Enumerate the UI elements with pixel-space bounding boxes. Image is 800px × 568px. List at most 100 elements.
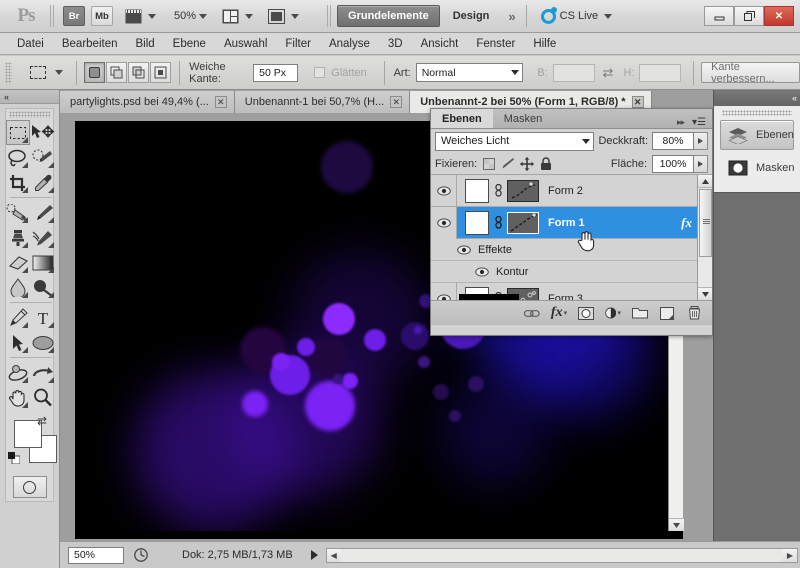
menu-hilfe[interactable]: Hilfe	[524, 36, 565, 52]
subtract-from-selection-button[interactable]	[128, 62, 150, 83]
layer-visibility-toggle[interactable]	[431, 206, 457, 239]
tool-clone-stamp[interactable]	[6, 225, 30, 250]
layer-visibility-toggle[interactable]	[431, 282, 457, 300]
layers-list[interactable]: Form 2 Form 1 fx Effekte Kontur Form 3	[431, 175, 712, 300]
layer-effect-row-kontur[interactable]: Kontur	[431, 261, 712, 283]
style-select[interactable]: Normal	[415, 63, 524, 82]
screen-mode-icon[interactable]	[265, 6, 287, 26]
tab-masken[interactable]: Masken	[493, 109, 554, 128]
tool-3d-rotate[interactable]	[6, 360, 30, 385]
new-group-icon[interactable]	[632, 305, 648, 321]
fill-slider-arrow[interactable]	[694, 154, 708, 173]
document-tab-close-icon[interactable]: ✕	[390, 96, 403, 108]
blend-mode-select[interactable]: Weiches Licht	[435, 131, 595, 151]
layers-list-scrollbar[interactable]	[697, 175, 712, 300]
workspace-grundelemente-button[interactable]: Grundelemente	[337, 5, 440, 27]
tool-3d-orbit-camera[interactable]	[30, 360, 56, 385]
view-extras-chevron-down-icon[interactable]	[148, 13, 156, 19]
tool-gradient[interactable]	[30, 250, 56, 275]
document-tab-unbenannt-1[interactable]: Unbenannt-1 bei 50,7% (H... ✕	[234, 91, 411, 113]
tools-drag-grip[interactable]	[9, 111, 50, 118]
document-horizontal-scrollbar[interactable]: ◀ ▶	[325, 547, 798, 563]
workspace-more-chevrons-icon[interactable]: »	[502, 9, 519, 24]
menu-filter[interactable]: Filter	[276, 36, 320, 52]
new-selection-button[interactable]	[84, 62, 106, 83]
tool-spot-healing-brush[interactable]	[6, 200, 30, 225]
layer-thumbnail[interactable]	[465, 210, 489, 235]
layer-row-form-2[interactable]: Form 2	[431, 175, 712, 207]
hscroll-right-arrow-icon[interactable]: ▶	[783, 548, 797, 562]
tool-path-selection[interactable]	[6, 330, 30, 355]
titlebar-zoom-value[interactable]: 50%	[174, 10, 196, 22]
lock-all-icon[interactable]	[539, 156, 553, 171]
layers-scroll-thumb[interactable]	[699, 189, 712, 257]
menu-bearbeiten[interactable]: Bearbeiten	[53, 36, 127, 52]
layer-row-form-1[interactable]: Form 1 fx	[431, 206, 712, 239]
arrange-documents-icon[interactable]	[219, 6, 241, 26]
refine-edge-button[interactable]: Kante verbessern...	[701, 61, 800, 85]
tool-rectangular-marquee[interactable]	[6, 120, 30, 145]
menu-datei[interactable]: Datei	[8, 36, 53, 52]
layer-visibility-toggle[interactable]	[431, 175, 457, 207]
lock-position-icon[interactable]	[520, 156, 535, 171]
quick-mask-mode-button[interactable]	[12, 476, 47, 498]
tool-eraser[interactable]	[6, 250, 30, 275]
lock-image-pixels-icon[interactable]	[501, 157, 515, 171]
lock-transparent-pixels-icon[interactable]	[482, 157, 496, 171]
swap-colors-icon[interactable]: ⇄	[37, 415, 47, 427]
menu-auswahl[interactable]: Auswahl	[215, 36, 276, 52]
layers-scroll-up-arrow[interactable]	[698, 175, 712, 188]
layer-mask-link-icon[interactable]	[491, 216, 505, 229]
menu-3d[interactable]: 3D	[379, 36, 412, 52]
view-extras-icon[interactable]	[122, 6, 144, 26]
swap-dimensions-icon[interactable]: ⇄	[603, 65, 614, 81]
cs-live-button[interactable]: CS Live	[540, 6, 613, 24]
tool-preset-chevron-down-icon[interactable]	[55, 70, 64, 75]
tool-history-brush[interactable]	[30, 225, 56, 250]
delete-layer-icon[interactable]	[686, 305, 702, 321]
dock-item-ebenen[interactable]: Ebenen	[720, 120, 794, 150]
launch-bridge-button[interactable]: Br	[63, 6, 85, 26]
window-close-button[interactable]: ✕	[764, 6, 794, 26]
status-timing-icon[interactable]	[130, 548, 152, 562]
tab-ebenen[interactable]: Ebenen	[431, 109, 493, 128]
layer-vector-mask-thumbnail[interactable]	[507, 211, 539, 234]
menu-ansicht[interactable]: Ansicht	[412, 36, 468, 52]
layer-name[interactable]: Form 3	[548, 293, 712, 301]
add-layer-mask-icon[interactable]	[578, 305, 594, 321]
tool-hand[interactable]	[6, 385, 30, 410]
layer-thumbnail[interactable]	[465, 178, 489, 203]
tool-move[interactable]	[30, 120, 56, 145]
document-tab-close-icon[interactable]: ✕	[214, 96, 227, 108]
opacity-slider-arrow[interactable]	[694, 132, 708, 150]
document-tab-close-icon[interactable]: ✕	[631, 96, 644, 108]
panel-collapse-arrows-icon[interactable]: ▸▸	[671, 117, 690, 128]
right-dock-grip[interactable]	[722, 110, 792, 116]
tool-crop[interactable]	[6, 170, 30, 195]
tool-type[interactable]: T	[30, 305, 56, 330]
tool-pen[interactable]	[6, 305, 30, 330]
new-layer-icon[interactable]	[659, 305, 675, 321]
layers-scroll-down-arrow[interactable]	[698, 287, 712, 300]
menu-analyse[interactable]: Analyse	[320, 36, 379, 52]
layer-name[interactable]: Form 2	[548, 185, 712, 197]
status-info-expand-triangle-icon[interactable]	[310, 550, 318, 560]
feather-input[interactable]: 50 Px	[253, 63, 299, 82]
menu-ebene[interactable]: Ebene	[164, 36, 215, 52]
link-layers-icon[interactable]	[524, 305, 540, 321]
tools-collapse-button[interactable]: «	[0, 90, 59, 104]
window-minimize-button[interactable]	[704, 6, 734, 26]
fill-input[interactable]: 100%	[652, 154, 694, 173]
right-dock-collapse-button[interactable]: «	[714, 90, 800, 106]
layer-effects-group-row[interactable]: Effekte	[431, 239, 712, 261]
new-adjustment-layer-icon[interactable]: ▾	[605, 305, 621, 321]
tool-quick-selection[interactable]	[30, 145, 56, 170]
document-tab-partylights[interactable]: partylights.psd bei 49,4% (... ✕	[60, 91, 235, 113]
tool-brush[interactable]	[30, 200, 56, 225]
options-bar-grip[interactable]	[5, 61, 13, 84]
arrange-chevron-down-icon[interactable]	[245, 13, 254, 19]
antialias-checkbox[interactable]	[314, 67, 326, 78]
workspace-design-button[interactable]: Design	[442, 5, 501, 27]
layer-style-fx-icon[interactable]: fx ▾	[551, 305, 567, 321]
menu-fenster[interactable]: Fenster	[467, 36, 524, 52]
